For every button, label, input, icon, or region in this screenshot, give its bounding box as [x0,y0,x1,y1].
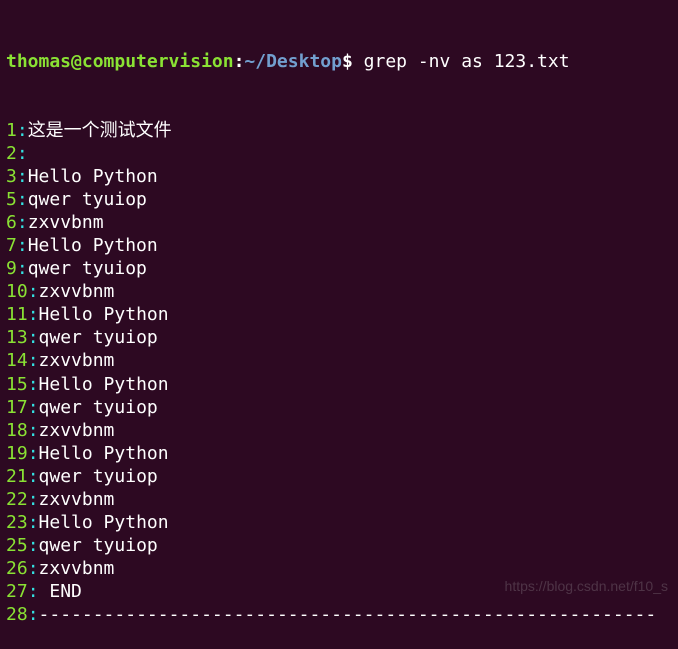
line-separator: : [28,374,39,395]
output-line: 13:qwer tyuiop [6,326,672,349]
line-number: 19 [6,443,28,464]
line-content: Hello Python [28,166,158,187]
line-separator: : [17,143,28,164]
output-line: 21:qwer tyuiop [6,465,672,488]
output-line: 2: [6,142,672,165]
output-line: 9:qwer tyuiop [6,257,672,280]
line-content: END [39,581,82,602]
line-content: 这是一个测试文件 [28,120,172,141]
output-line: 7:Hello Python [6,234,672,257]
line-number: 15 [6,374,28,395]
line-separator: : [28,604,39,625]
line-separator: : [28,489,39,510]
output-line: 23:Hello Python [6,511,672,534]
line-number: 11 [6,304,28,325]
line-content: zxvvbnm [39,558,115,579]
line-number: 5 [6,189,17,210]
line-number: 14 [6,350,28,371]
line-separator: : [28,535,39,556]
grep-output: 1:这是一个测试文件2:3:Hello Python5:qwer tyuiop6… [6,119,672,626]
output-line: 18:zxvvbnm [6,419,672,442]
line-number: 27 [6,581,28,602]
line-separator: : [17,120,28,141]
line-separator: : [17,235,28,256]
line-content: Hello Python [39,512,169,533]
prompt-user: thomas@computervision [6,51,234,72]
line-separator: : [28,350,39,371]
line-number: 18 [6,420,28,441]
line-content: ----------------------------------------… [39,604,657,625]
output-line: 26:zxvvbnm [6,557,672,580]
line-content: zxvvbnm [39,350,115,371]
line-number: 26 [6,558,28,579]
line-separator: : [28,581,39,602]
line-content: zxvvbnm [39,489,115,510]
line-number: 21 [6,466,28,487]
prompt-path: ~/Desktop [244,51,342,72]
line-number: 10 [6,281,28,302]
line-number: 2 [6,143,17,164]
command-text: grep -nv as 123.txt [364,51,570,72]
line-number: 23 [6,512,28,533]
line-separator: : [28,443,39,464]
output-line: 3:Hello Python [6,165,672,188]
line-separator: : [28,466,39,487]
output-line: 25:qwer tyuiop [6,534,672,557]
line-separator: : [28,512,39,533]
line-separator: : [28,558,39,579]
line-content: qwer tyuiop [28,258,147,279]
prompt-line: thomas@computervision:~/Desktop$ grep -n… [6,50,672,73]
line-content: Hello Python [39,443,169,464]
line-content: zxvvbnm [28,212,104,233]
line-separator: : [28,304,39,325]
output-line: 1:这是一个测试文件 [6,119,672,142]
line-separator: : [28,397,39,418]
line-separator: : [17,212,28,233]
output-line: 22:zxvvbnm [6,488,672,511]
line-separator: : [17,166,28,187]
line-content: qwer tyuiop [39,535,158,556]
output-line: 19:Hello Python [6,442,672,465]
output-line: 14:zxvvbnm [6,349,672,372]
output-line: 10:zxvvbnm [6,280,672,303]
terminal-window[interactable]: thomas@computervision:~/Desktop$ grep -n… [6,4,672,649]
line-content: Hello Python [39,304,169,325]
line-number: 22 [6,489,28,510]
line-content: qwer tyuiop [39,397,158,418]
output-line: 28:-------------------------------------… [6,603,672,626]
line-number: 28 [6,604,28,625]
prompt-dollar: $ [342,51,364,72]
output-line: 6:zxvvbnm [6,211,672,234]
line-content: qwer tyuiop [39,466,158,487]
line-content: Hello Python [28,235,158,256]
line-number: 17 [6,397,28,418]
line-number: 7 [6,235,17,256]
line-number: 13 [6,327,28,348]
output-line: 11:Hello Python [6,303,672,326]
output-line: 5:qwer tyuiop [6,188,672,211]
line-number: 1 [6,120,17,141]
line-content: zxvvbnm [39,420,115,441]
line-content: qwer tyuiop [28,189,147,210]
line-separator: : [17,189,28,210]
line-content: zxvvbnm [39,281,115,302]
output-line: 15:Hello Python [6,373,672,396]
prompt-colon: : [234,51,245,72]
line-number: 9 [6,258,17,279]
line-number: 3 [6,166,17,187]
line-number: 6 [6,212,17,233]
line-number: 25 [6,535,28,556]
line-content: qwer tyuiop [39,327,158,348]
line-separator: : [17,258,28,279]
line-separator: : [28,420,39,441]
line-separator: : [28,281,39,302]
line-content: Hello Python [39,374,169,395]
output-line: 17:qwer tyuiop [6,396,672,419]
output-line: 27: END [6,580,672,603]
line-separator: : [28,327,39,348]
